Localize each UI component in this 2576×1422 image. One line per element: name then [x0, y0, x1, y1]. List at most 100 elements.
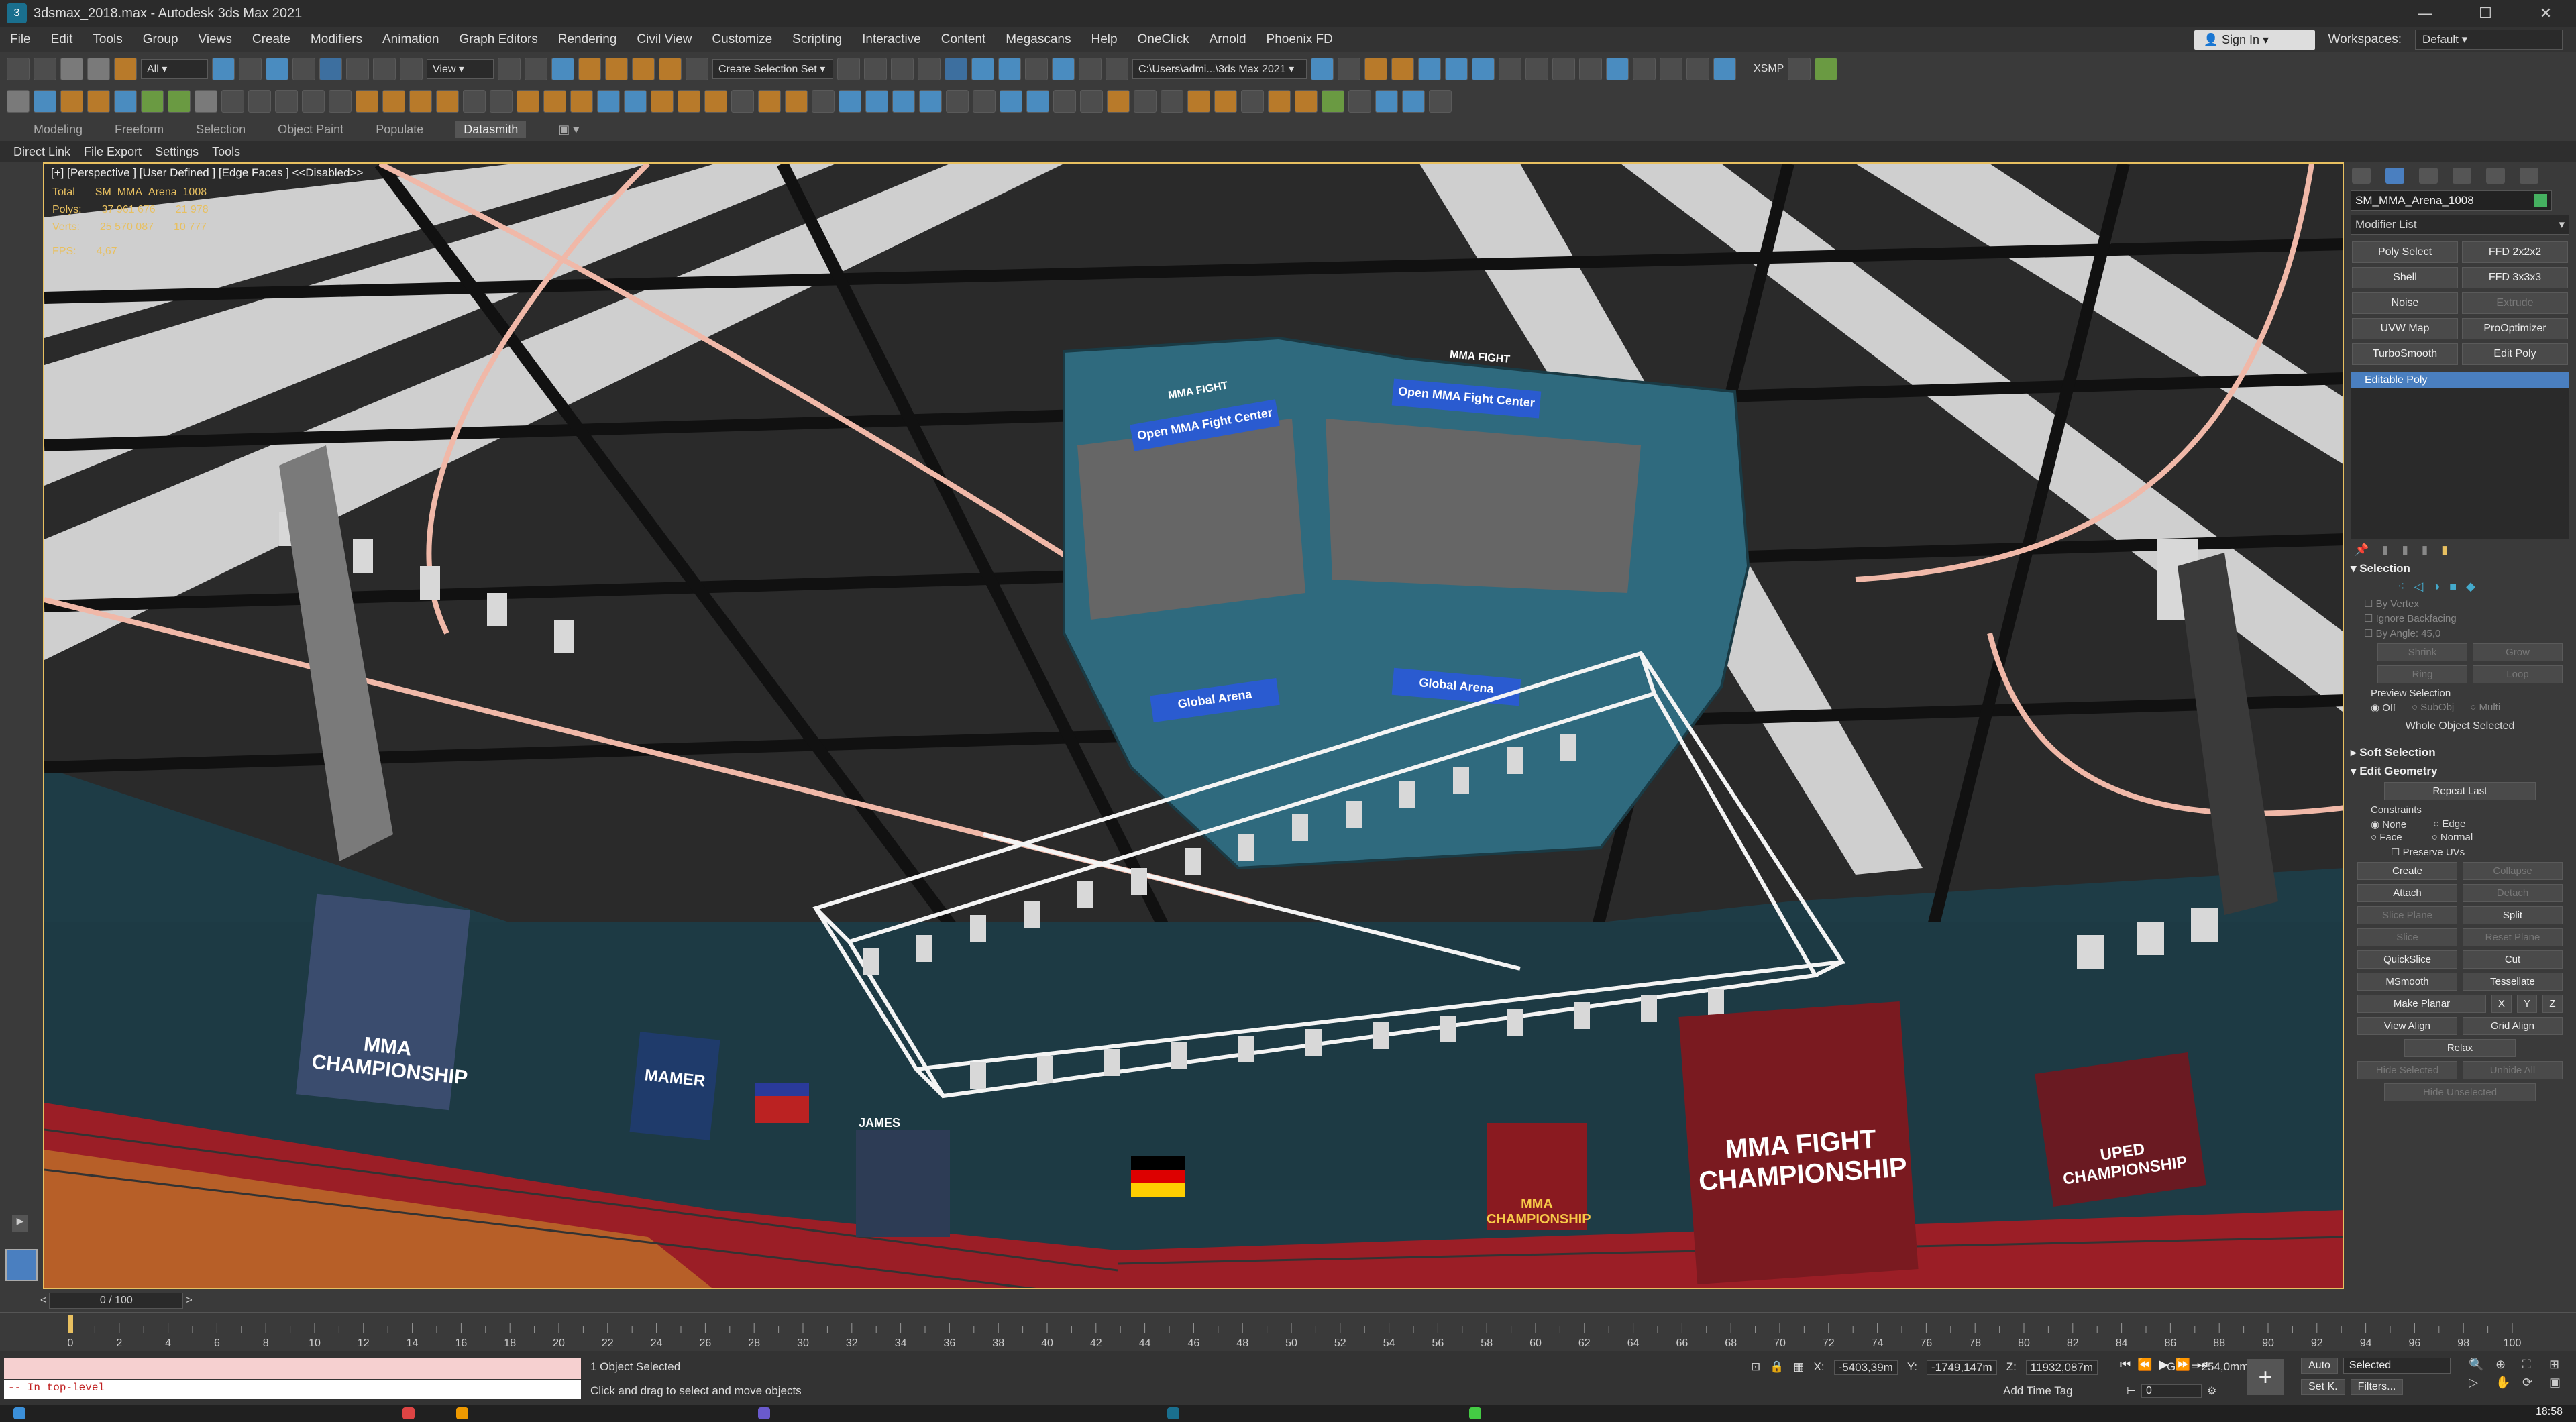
modify-tab-icon[interactable] — [2385, 168, 2404, 184]
soft-selection-rollout-title[interactable]: ▸ Soft Selection — [2351, 746, 2569, 759]
constraint-normal-radio[interactable]: ○ Normal — [2432, 832, 2473, 843]
slice-plane-button[interactable]: Slice Plane — [2357, 906, 2457, 924]
tool-20-icon[interactable] — [865, 90, 888, 113]
preserve-uvs-checkbox[interactable]: ☐ Preserve UVs — [2391, 846, 2556, 858]
set-key-icon[interactable]: + — [2247, 1359, 2284, 1395]
systems-icon[interactable] — [195, 90, 217, 113]
start-icon[interactable] — [13, 1407, 25, 1419]
edit-geometry-rollout-title[interactable]: ▾ Edit Geometry — [2351, 765, 2569, 778]
tab-object-paint[interactable]: Object Paint — [278, 123, 343, 137]
slice-button[interactable]: Slice — [2357, 928, 2457, 946]
constraint-edge-radio[interactable]: ○ Edge — [2433, 818, 2465, 830]
tool-36-icon[interactable] — [1322, 90, 1344, 113]
stop-icon[interactable] — [248, 90, 271, 113]
pan-icon[interactable]: ✋ — [2496, 1376, 2518, 1390]
tool-9-icon[interactable] — [570, 90, 593, 113]
select-by-name-icon[interactable] — [239, 58, 262, 80]
zoom-all-icon[interactable]: ⊕ — [2496, 1358, 2518, 1372]
settings-button[interactable]: Settings — [155, 145, 199, 159]
expand-arrow-icon[interactable]: ▶ — [12, 1215, 28, 1232]
unlink-icon[interactable] — [87, 58, 110, 80]
select-and-rotate-icon[interactable] — [346, 58, 369, 80]
preview-subobj-radio[interactable]: ○ SubObj — [2412, 702, 2454, 714]
more-tools-icon[interactable] — [1338, 58, 1360, 80]
ffd-3x3x3-button[interactable]: FFD 3x3x3 — [2462, 267, 2568, 288]
3ds-max-icon[interactable]: 3 — [7, 3, 27, 23]
minimize-button[interactable]: — — [2395, 0, 2455, 27]
tool-6-icon[interactable] — [490, 90, 513, 113]
unhide-all-button[interactable]: Unhide All — [2463, 1061, 2563, 1079]
cut-button[interactable]: Cut — [2463, 950, 2563, 969]
key-filter-selected-dropdown[interactable]: Selected — [2343, 1358, 2451, 1374]
reset-plane-button[interactable]: Reset Plane — [2463, 928, 2563, 946]
workspace-select[interactable]: Default ▾ — [2415, 30, 2563, 50]
fur-icon[interactable] — [1686, 58, 1709, 80]
tessellate-button[interactable]: Tessellate — [2463, 973, 2563, 991]
texture-icon[interactable] — [1579, 58, 1602, 80]
phoenix-liquid-icon[interactable] — [1445, 58, 1468, 80]
menu-arnold[interactable]: Arnold — [1199, 32, 1256, 47]
tool-35-icon[interactable] — [1295, 90, 1318, 113]
remove-modifier-icon[interactable]: ▮ — [2422, 543, 2428, 557]
pivot-center-icon[interactable] — [498, 58, 521, 80]
geometry-icon[interactable] — [34, 90, 56, 113]
repeat-last-button[interactable]: Repeat Last — [2384, 782, 2536, 800]
rectangular-selection-icon[interactable] — [266, 58, 288, 80]
taskbar-app-2-icon[interactable] — [456, 1407, 468, 1419]
menu-group[interactable]: Group — [133, 32, 189, 47]
select-object-icon[interactable] — [212, 58, 235, 80]
named-selection-set-dropdown[interactable]: Create Selection Set ▾ — [712, 59, 833, 79]
make-planar-button[interactable]: Make Planar — [2357, 995, 2486, 1013]
go-to-end-icon[interactable]: ⏭ — [2197, 1358, 2208, 1372]
keyboard-shortcut-override-icon[interactable] — [551, 58, 574, 80]
toggle-ribbon-icon[interactable] — [945, 58, 967, 80]
cameras-icon[interactable] — [114, 90, 137, 113]
tool-26-icon[interactable] — [1053, 90, 1076, 113]
menu-scripting[interactable]: Scripting — [782, 32, 852, 47]
create-tab-icon[interactable] — [2352, 168, 2371, 184]
tool-39-icon[interactable] — [1402, 90, 1425, 113]
tool-10-icon[interactable] — [597, 90, 620, 113]
tool-11-icon[interactable] — [624, 90, 647, 113]
tool-33-icon[interactable] — [1241, 90, 1264, 113]
poly-select-button[interactable]: Poly Select — [2352, 241, 2458, 263]
undo-icon[interactable] — [7, 58, 30, 80]
turbosmooth-button[interactable]: TurboSmooth — [2352, 343, 2458, 365]
hide-selected-button[interactable]: Hide Selected — [2357, 1061, 2457, 1079]
detach-button[interactable]: Detach — [2463, 884, 2563, 902]
planar-y-button[interactable]: Y — [2517, 995, 2537, 1013]
menu-file[interactable]: File — [0, 32, 41, 47]
key-mode-icon[interactable]: ⊢ — [2127, 1384, 2136, 1398]
maximize-button[interactable]: ☐ — [2455, 0, 2516, 27]
reference-coordinate-dropdown[interactable]: View ▾ — [427, 59, 494, 79]
split-checkbox[interactable]: Split — [2463, 906, 2563, 924]
angle-snap-icon[interactable] — [605, 58, 628, 80]
tool-7-icon[interactable] — [517, 90, 539, 113]
field-of-view-icon[interactable]: ▷ — [2469, 1376, 2491, 1390]
configure-modifier-sets-icon[interactable]: ▮ — [2441, 543, 2447, 557]
project-folder-icon[interactable] — [1311, 58, 1334, 80]
tab-freeform[interactable]: Freeform — [115, 123, 164, 137]
orbit-icon[interactable]: ⟳ — [2522, 1376, 2545, 1390]
vertex-icon[interactable]: ⁖ — [2398, 580, 2405, 594]
ies-icon[interactable] — [1713, 58, 1736, 80]
clipper-icon[interactable] — [1633, 58, 1656, 80]
scene-explorer-icon[interactable] — [891, 58, 914, 80]
stack-item-editable-poly[interactable]: Editable Poly — [2351, 372, 2569, 388]
tool-21-icon[interactable] — [892, 90, 915, 113]
menu-edit[interactable]: Edit — [41, 32, 83, 47]
tab-populate[interactable]: Populate — [376, 123, 423, 137]
tool-8-icon[interactable] — [543, 90, 566, 113]
tool-38-icon[interactable] — [1375, 90, 1398, 113]
loop-button[interactable]: Loop — [2473, 665, 2563, 683]
menu-content[interactable]: Content — [931, 32, 996, 47]
pin-stack-icon[interactable]: 📌 — [2355, 543, 2369, 557]
window-crossing-icon[interactable] — [292, 58, 315, 80]
collapse-button[interactable]: Collapse — [2463, 862, 2563, 880]
tool-23-icon[interactable] — [946, 90, 969, 113]
grow-button[interactable]: Grow — [2473, 643, 2563, 661]
taskbar-app-3-icon[interactable] — [758, 1407, 770, 1419]
layer-explorer-icon[interactable] — [918, 58, 941, 80]
arnold-render-icon[interactable] — [1391, 58, 1414, 80]
edit-named-selection-icon[interactable] — [686, 58, 708, 80]
